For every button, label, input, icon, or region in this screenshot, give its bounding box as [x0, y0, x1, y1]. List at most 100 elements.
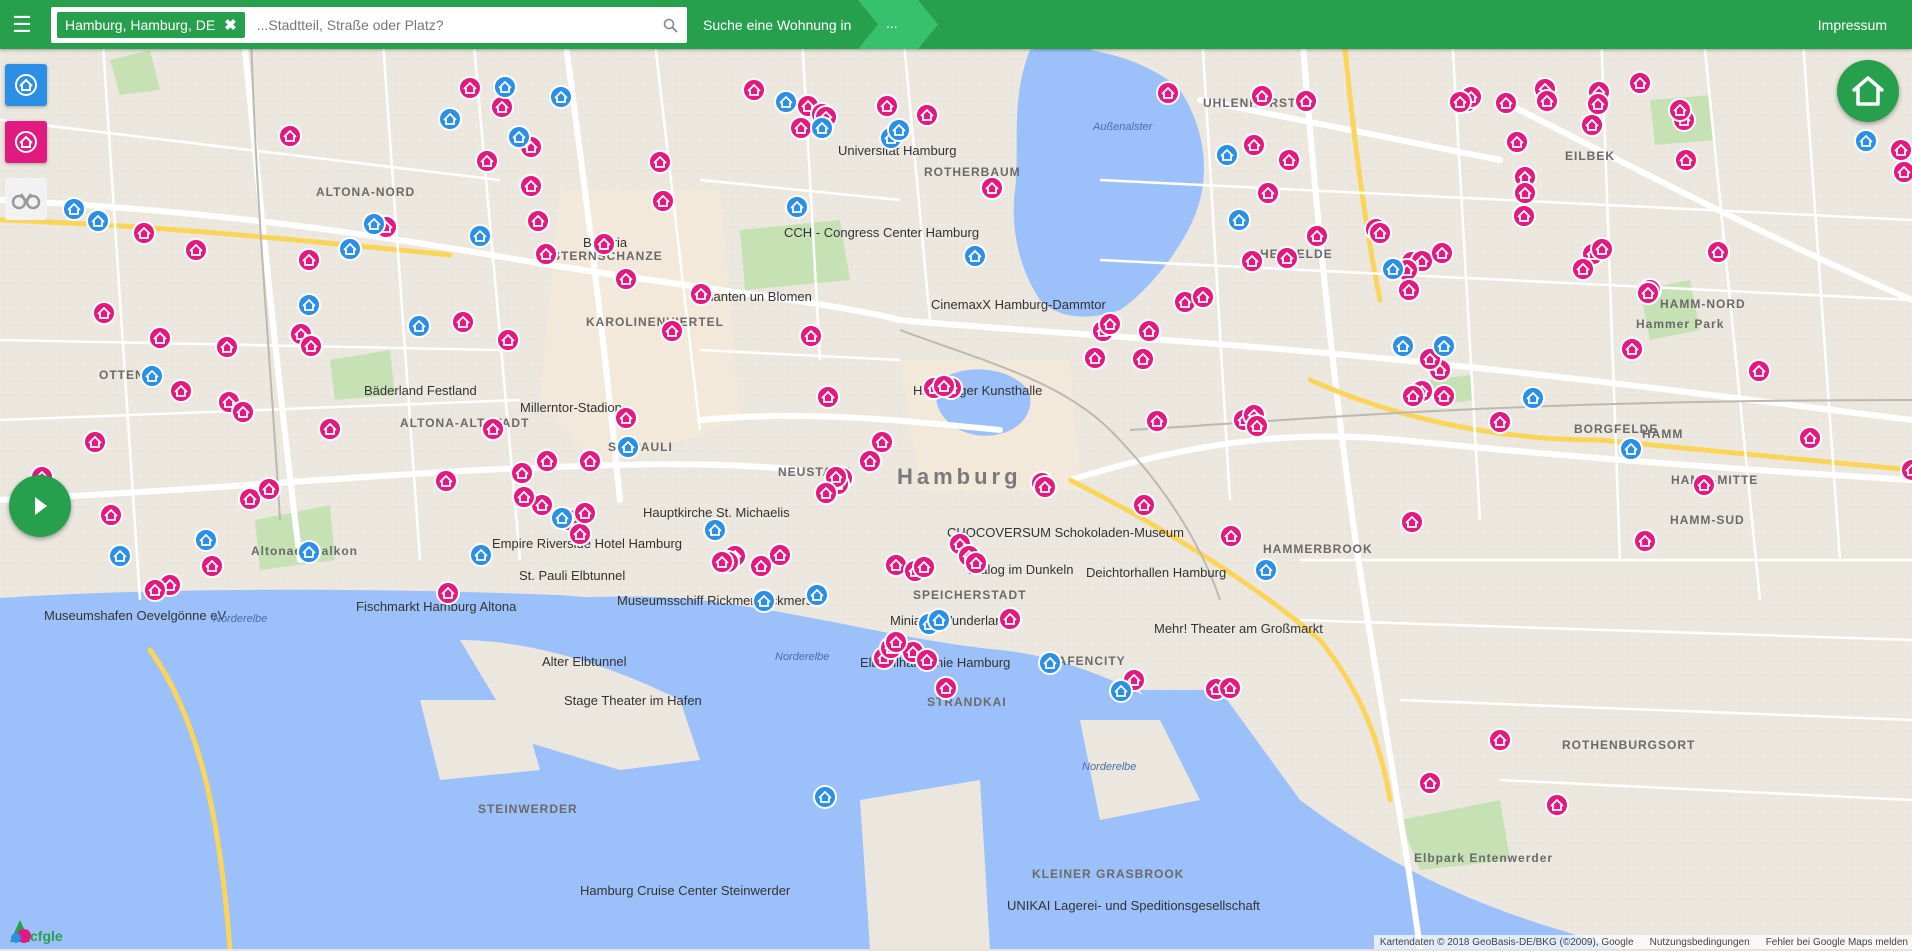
home-marker-pink[interactable]: [749, 554, 773, 578]
filter-blue-home-button[interactable]: [5, 64, 47, 106]
home-marker-pink[interactable]: [816, 385, 840, 409]
home-marker-pink[interactable]: [1191, 285, 1215, 309]
home-marker-pink[interactable]: [915, 103, 939, 127]
home-marker-pink[interactable]: [1400, 510, 1424, 534]
home-marker-pink[interactable]: [884, 630, 908, 654]
home-fab-button[interactable]: [1837, 60, 1899, 122]
home-marker-blue[interactable]: [550, 506, 574, 530]
home-marker-pink[interactable]: [1580, 113, 1604, 137]
home-marker-blue[interactable]: [703, 518, 727, 542]
home-marker-pink[interactable]: [1219, 524, 1243, 548]
home-marker-pink[interactable]: [132, 221, 156, 245]
home-marker-pink[interactable]: [578, 449, 602, 473]
home-marker-blue[interactable]: [1254, 558, 1278, 582]
home-marker-pink[interactable]: [614, 406, 638, 430]
home-marker-pink[interactable]: [535, 449, 559, 473]
home-marker-pink[interactable]: [858, 449, 882, 473]
report-error-link[interactable]: Fehler bei Google Maps melden: [1766, 937, 1908, 948]
home-marker-pink[interactable]: [1305, 224, 1329, 248]
home-marker-pink[interactable]: [1590, 237, 1614, 261]
location-chip[interactable]: Hamburg, Hamburg, DE ✖: [57, 12, 245, 38]
search-apartment-label[interactable]: Suche eine Wohnung in: [703, 0, 851, 49]
home-marker-pink[interactable]: [143, 578, 167, 602]
home-marker-pink[interactable]: [1145, 409, 1169, 433]
home-marker-pink[interactable]: [1747, 359, 1771, 383]
home-marker-pink[interactable]: [1448, 90, 1472, 114]
home-marker-pink[interactable]: [912, 555, 936, 579]
search-box[interactable]: Hamburg, Hamburg, DE ✖: [51, 7, 687, 43]
home-marker-blue[interactable]: [297, 540, 321, 564]
home-marker-blue[interactable]: [108, 544, 132, 568]
home-marker-blue[interactable]: [810, 116, 834, 140]
home-marker-blue[interactable]: [805, 583, 829, 607]
search-icon[interactable]: [653, 7, 687, 43]
home-marker-blue[interactable]: [1227, 208, 1251, 232]
home-marker-pink[interactable]: [651, 189, 675, 213]
home-marker-pink[interactable]: [915, 648, 939, 672]
home-marker-blue[interactable]: [194, 528, 218, 552]
home-marker-pink[interactable]: [980, 176, 1004, 200]
play-button[interactable]: [9, 475, 71, 537]
home-marker-pink[interactable]: [1668, 98, 1692, 122]
home-marker-pink[interactable]: [257, 477, 281, 501]
home-marker-pink[interactable]: [299, 334, 323, 358]
home-marker-pink[interactable]: [1636, 281, 1660, 305]
home-marker-pink[interactable]: [1889, 138, 1912, 162]
home-marker-blue[interactable]: [62, 197, 86, 221]
home-marker-pink[interactable]: [1628, 71, 1652, 95]
home-marker-pink[interactable]: [1430, 241, 1454, 265]
home-marker-pink[interactable]: [1432, 384, 1456, 408]
home-marker-blue[interactable]: [507, 125, 531, 149]
map-canvas[interactable]: Hamburg ALTONA-NORD ALTONA-ALTSTADT OTTEN S…: [0, 0, 1912, 949]
home-marker-pink[interactable]: [200, 554, 224, 578]
home-marker-pink[interactable]: [1633, 529, 1657, 553]
home-marker-pink[interactable]: [1513, 181, 1537, 205]
home-marker-blue[interactable]: [1038, 651, 1062, 675]
home-marker-pink[interactable]: [870, 430, 894, 454]
binoculars-button[interactable]: [5, 178, 47, 220]
home-marker-blue[interactable]: [338, 237, 362, 261]
home-marker-pink[interactable]: [592, 232, 616, 256]
home-marker-pink[interactable]: [92, 301, 116, 325]
home-marker-blue[interactable]: [813, 785, 837, 809]
home-marker-pink[interactable]: [1892, 160, 1912, 184]
home-marker-pink[interactable]: [1156, 81, 1180, 105]
home-marker-blue[interactable]: [927, 608, 951, 632]
home-marker-pink[interactable]: [510, 461, 534, 485]
filter-pink-home-button[interactable]: [5, 121, 47, 163]
home-marker-blue[interactable]: [887, 118, 911, 142]
home-marker-pink[interactable]: [1505, 130, 1529, 154]
home-marker-blue[interactable]: [297, 293, 321, 317]
home-marker-blue[interactable]: [963, 244, 987, 268]
home-marker-pink[interactable]: [614, 267, 638, 291]
home-marker-pink[interactable]: [169, 379, 193, 403]
home-marker-pink[interactable]: [1277, 148, 1301, 172]
home-marker-pink[interactable]: [1368, 221, 1392, 245]
close-icon[interactable]: ✖: [224, 16, 237, 34]
home-marker-pink[interactable]: [512, 485, 536, 509]
home-marker-pink[interactable]: [1098, 312, 1122, 336]
home-marker-pink[interactable]: [1242, 133, 1266, 157]
search-input[interactable]: [254, 16, 653, 34]
home-marker-blue[interactable]: [774, 90, 798, 114]
home-marker-pink[interactable]: [1488, 728, 1512, 752]
home-marker-pink[interactable]: [148, 326, 172, 350]
home-marker-pink[interactable]: [789, 116, 813, 140]
home-marker-blue[interactable]: [549, 85, 573, 109]
home-marker-pink[interactable]: [475, 149, 499, 173]
home-marker-pink[interactable]: [710, 550, 734, 574]
home-marker-pink[interactable]: [742, 78, 766, 102]
home-marker-pink[interactable]: [458, 76, 482, 100]
home-marker-pink[interactable]: [1401, 384, 1425, 408]
home-marker-pink[interactable]: [215, 335, 239, 359]
hamburger-menu-icon[interactable]: ☰: [0, 0, 44, 49]
home-marker-pink[interactable]: [1545, 793, 1569, 817]
home-marker-pink[interactable]: [1488, 410, 1512, 434]
home-marker-pink[interactable]: [297, 248, 321, 272]
home-marker-pink[interactable]: [1033, 475, 1057, 499]
home-marker-blue[interactable]: [752, 589, 776, 613]
home-marker-pink[interactable]: [1692, 473, 1716, 497]
home-marker-blue[interactable]: [438, 107, 462, 131]
home-marker-blue[interactable]: [1215, 143, 1239, 167]
search-arrow-button[interactable]: ...: [858, 0, 938, 49]
